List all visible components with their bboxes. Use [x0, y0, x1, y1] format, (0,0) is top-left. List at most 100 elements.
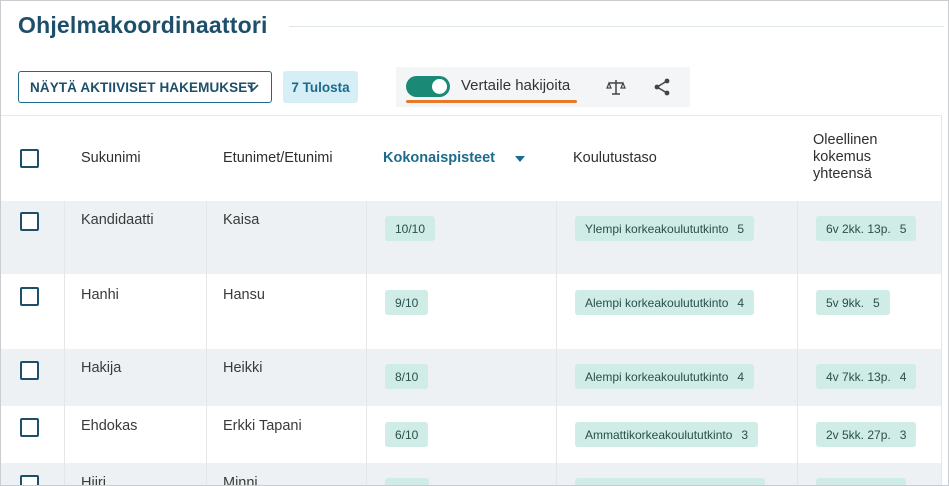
compare-active-underline	[406, 100, 577, 103]
toggle-knob	[432, 79, 447, 94]
sort-desc-icon[interactable]	[515, 156, 525, 162]
column-divider	[64, 274, 65, 349]
compare-toggle[interactable]	[406, 76, 450, 97]
column-divider	[366, 201, 367, 274]
column-divider	[366, 349, 367, 406]
education-chip: Ammattikorkeakoulututkinto 3	[575, 422, 759, 447]
table-row[interactable]: Hiiri Minni	[1, 463, 948, 486]
experience-points: 5	[899, 221, 907, 236]
app-window: Ohjelmakoordinaattori NÄYTÄ AKTIIVISET H…	[0, 0, 949, 486]
education-points: 4	[737, 295, 745, 310]
cell-etunimet: Kaisa	[223, 212, 260, 228]
compare-panel: Vertaile hakijoita	[396, 67, 690, 107]
score-value: 8/10	[395, 369, 419, 384]
applicants-table: Sukunimi Etunimet/Etunimi Kokonaispistee…	[1, 115, 948, 486]
experience-chip	[816, 478, 906, 485]
compare-label: Vertaile hakijoita	[461, 77, 571, 94]
score-value: 6/10	[395, 427, 419, 442]
column-divider	[366, 463, 367, 485]
experience-points: 3	[899, 427, 907, 442]
column-divider	[366, 406, 367, 463]
column-divider	[797, 274, 798, 349]
column-divider	[556, 274, 557, 349]
experience-points: 4	[899, 369, 907, 384]
table-row[interactable]: Ehdokas Erkki Tapani 6/10 Ammattikorkeak…	[1, 406, 948, 463]
toolbar: NÄYTÄ AKTIIVISET HAKEMUKSET 7 Tulosta Ve…	[1, 67, 948, 107]
experience-chip: 2v 5kk. 27p. 3	[816, 422, 917, 447]
scale-icon[interactable]	[606, 77, 626, 97]
table-header: Sukunimi Etunimet/Etunimi Kokonaispistee…	[1, 115, 948, 201]
education-points: 5	[737, 221, 745, 236]
cell-sukunimi: Kandidaatti	[81, 212, 154, 228]
education-label: Alempi korkeakoulututkinto	[585, 295, 729, 310]
score-chip: 9/10	[385, 290, 429, 315]
active-applications-dropdown[interactable]: NÄYTÄ AKTIIVISET HAKEMUKSET	[18, 71, 272, 103]
education-label: Ylempi korkeakoulututkinto	[585, 221, 729, 236]
education-chip	[575, 478, 765, 485]
cell-etunimet: Heikki	[223, 360, 263, 376]
column-divider	[797, 406, 798, 463]
column-divider	[206, 274, 207, 349]
column-divider	[556, 463, 557, 485]
column-divider	[366, 274, 367, 349]
education-label: Ammattikorkeakoulututkinto	[585, 427, 733, 442]
column-divider	[556, 201, 557, 274]
education-label: Alempi korkeakoulututkinto	[585, 369, 729, 384]
education-chip: Ylempi korkeakoulututkinto 5	[575, 216, 755, 241]
column-divider	[206, 406, 207, 463]
row-checkbox[interactable]	[20, 287, 39, 306]
row-checkbox[interactable]	[20, 212, 39, 231]
results-count-badge: 7 Tulosta	[283, 71, 358, 103]
column-divider	[64, 349, 65, 406]
column-divider	[556, 349, 557, 406]
column-divider	[64, 201, 65, 274]
experience-chip: 6v 2kk. 13p. 5	[816, 216, 917, 241]
education-chip: Alempi korkeakoulututkinto 4	[575, 364, 755, 389]
column-divider	[206, 349, 207, 406]
cell-sukunimi: Hiiri	[81, 475, 106, 486]
row-checkbox[interactable]	[20, 361, 39, 380]
row-checkbox[interactable]	[20, 475, 39, 485]
column-divider	[797, 201, 798, 274]
education-points: 4	[737, 369, 745, 384]
cell-etunimet: Hansu	[223, 287, 265, 303]
cell-sukunimi: Hakija	[81, 360, 122, 376]
column-divider	[64, 406, 65, 463]
experience-label: 6v 2kk. 13p.	[826, 221, 891, 236]
column-header-kokonaispisteet[interactable]: Kokonaispisteet	[383, 150, 495, 166]
column-header-kokemus[interactable]: Oleellinen kokemus yhteensä	[813, 132, 903, 183]
score-chip: 10/10	[385, 216, 436, 241]
column-header-sukunimi[interactable]: Sukunimi	[81, 150, 141, 166]
education-chip: Alempi korkeakoulututkinto 4	[575, 290, 755, 315]
experience-label: 4v 7kk. 13p.	[826, 369, 891, 384]
score-value: 9/10	[395, 295, 419, 310]
column-header-etunimet[interactable]: Etunimet/Etunimi	[223, 150, 333, 166]
table-row[interactable]: Kandidaatti Kaisa 10/10 Ylempi korkeakou…	[1, 201, 948, 274]
education-points: 3	[741, 427, 749, 442]
score-chip	[385, 478, 429, 485]
experience-points: 5	[873, 295, 880, 310]
score-chip: 8/10	[385, 364, 429, 389]
select-all-checkbox[interactable]	[20, 149, 39, 168]
title-divider	[289, 26, 944, 27]
column-divider	[797, 463, 798, 485]
table-row[interactable]: Hakija Heikki 8/10 Alempi korkeakoulutut…	[1, 349, 948, 406]
page-header: Ohjelmakoordinaattori	[1, 1, 948, 53]
chevron-down-icon	[247, 84, 259, 92]
share-icon[interactable]	[652, 77, 672, 97]
experience-label: 5v 9kk.	[826, 295, 865, 310]
column-header-koulutustaso[interactable]: Koulutustaso	[573, 150, 657, 166]
row-checkbox[interactable]	[20, 418, 39, 437]
column-divider	[797, 349, 798, 406]
dropdown-label: NÄYTÄ AKTIIVISET HAKEMUKSET	[30, 79, 256, 95]
cell-etunimet: Minni	[223, 475, 258, 486]
cell-sukunimi: Hanhi	[81, 287, 119, 303]
experience-label: 2v 5kk. 27p.	[826, 427, 891, 442]
score-chip: 6/10	[385, 422, 429, 447]
column-divider	[556, 406, 557, 463]
cell-sukunimi: Ehdokas	[81, 418, 138, 434]
experience-chip: 4v 7kk. 13p. 4	[816, 364, 917, 389]
table-row[interactable]: Hanhi Hansu 9/10 Alempi korkeakoulututki…	[1, 274, 948, 349]
column-divider	[206, 201, 207, 274]
experience-chip: 5v 9kk. 5	[816, 290, 890, 315]
